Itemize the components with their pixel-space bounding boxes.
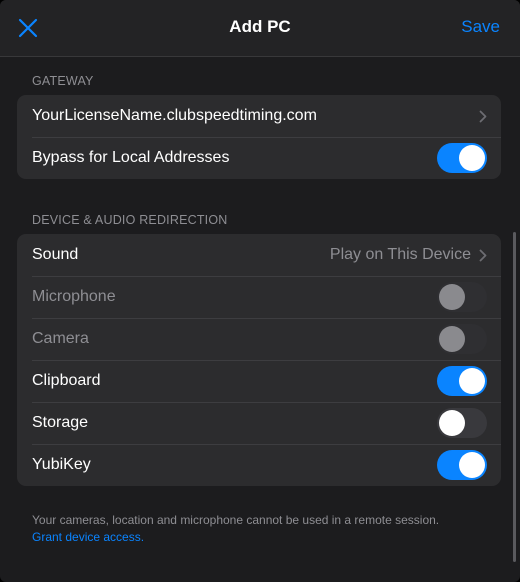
microphone-label: Microphone xyxy=(32,288,116,305)
camera-row: Camera xyxy=(17,318,501,360)
toggle-knob xyxy=(459,368,485,394)
storage-row: Storage xyxy=(17,402,501,444)
grant-access-link[interactable]: Grant device access. xyxy=(32,529,492,546)
storage-toggle[interactable] xyxy=(437,408,487,438)
microphone-toggle xyxy=(437,282,487,312)
toggle-knob xyxy=(439,410,465,436)
clipboard-row: Clipboard xyxy=(17,360,501,402)
camera-toggle xyxy=(437,324,487,354)
bypass-local-row: Bypass for Local Addresses xyxy=(17,137,501,179)
toggle-knob xyxy=(439,326,465,352)
camera-label: Camera xyxy=(32,330,89,347)
toggle-knob xyxy=(439,284,465,310)
permissions-footer: Your cameras, location and microphone ca… xyxy=(32,512,492,546)
storage-label: Storage xyxy=(32,414,89,431)
gateway-address-label: YourLicenseName.clubspeedtiming.com xyxy=(32,107,317,124)
add-pc-sheet: Add PC Save GATEWAY YourLicenseName.club… xyxy=(0,0,520,582)
save-button[interactable]: Save xyxy=(461,17,500,37)
sound-value: Play on This Device xyxy=(329,246,471,263)
bypass-local-toggle[interactable] xyxy=(437,143,487,173)
bypass-local-label: Bypass for Local Addresses xyxy=(32,149,230,166)
toggle-knob xyxy=(459,145,485,171)
sound-label: Sound xyxy=(32,246,79,263)
scrollbar[interactable] xyxy=(513,232,516,562)
navigation-bar: Add PC Save xyxy=(0,0,520,57)
yubikey-row: YubiKey xyxy=(17,444,501,486)
gateway-section-header: GATEWAY xyxy=(32,74,94,88)
clipboard-toggle[interactable] xyxy=(437,366,487,396)
page-title: Add PC xyxy=(229,17,291,36)
gateway-group: YourLicenseName.clubspeedtiming.com Bypa… xyxy=(17,95,501,179)
toggle-knob xyxy=(459,452,485,478)
yubikey-label: YubiKey xyxy=(32,456,91,473)
yubikey-toggle[interactable] xyxy=(437,450,487,480)
microphone-row: Microphone xyxy=(17,276,501,318)
redirection-section-header: DEVICE & AUDIO REDIRECTION xyxy=(32,213,228,227)
sound-row[interactable]: Sound Play on This Device xyxy=(17,234,501,276)
chevron-right-icon xyxy=(479,249,487,261)
chevron-right-icon xyxy=(479,110,487,122)
gateway-address-row[interactable]: YourLicenseName.clubspeedtiming.com xyxy=(17,95,501,137)
clipboard-label: Clipboard xyxy=(32,372,101,389)
permissions-note: Your cameras, location and microphone ca… xyxy=(32,513,440,527)
redirection-group: Sound Play on This Device Microphone Cam… xyxy=(17,234,501,486)
